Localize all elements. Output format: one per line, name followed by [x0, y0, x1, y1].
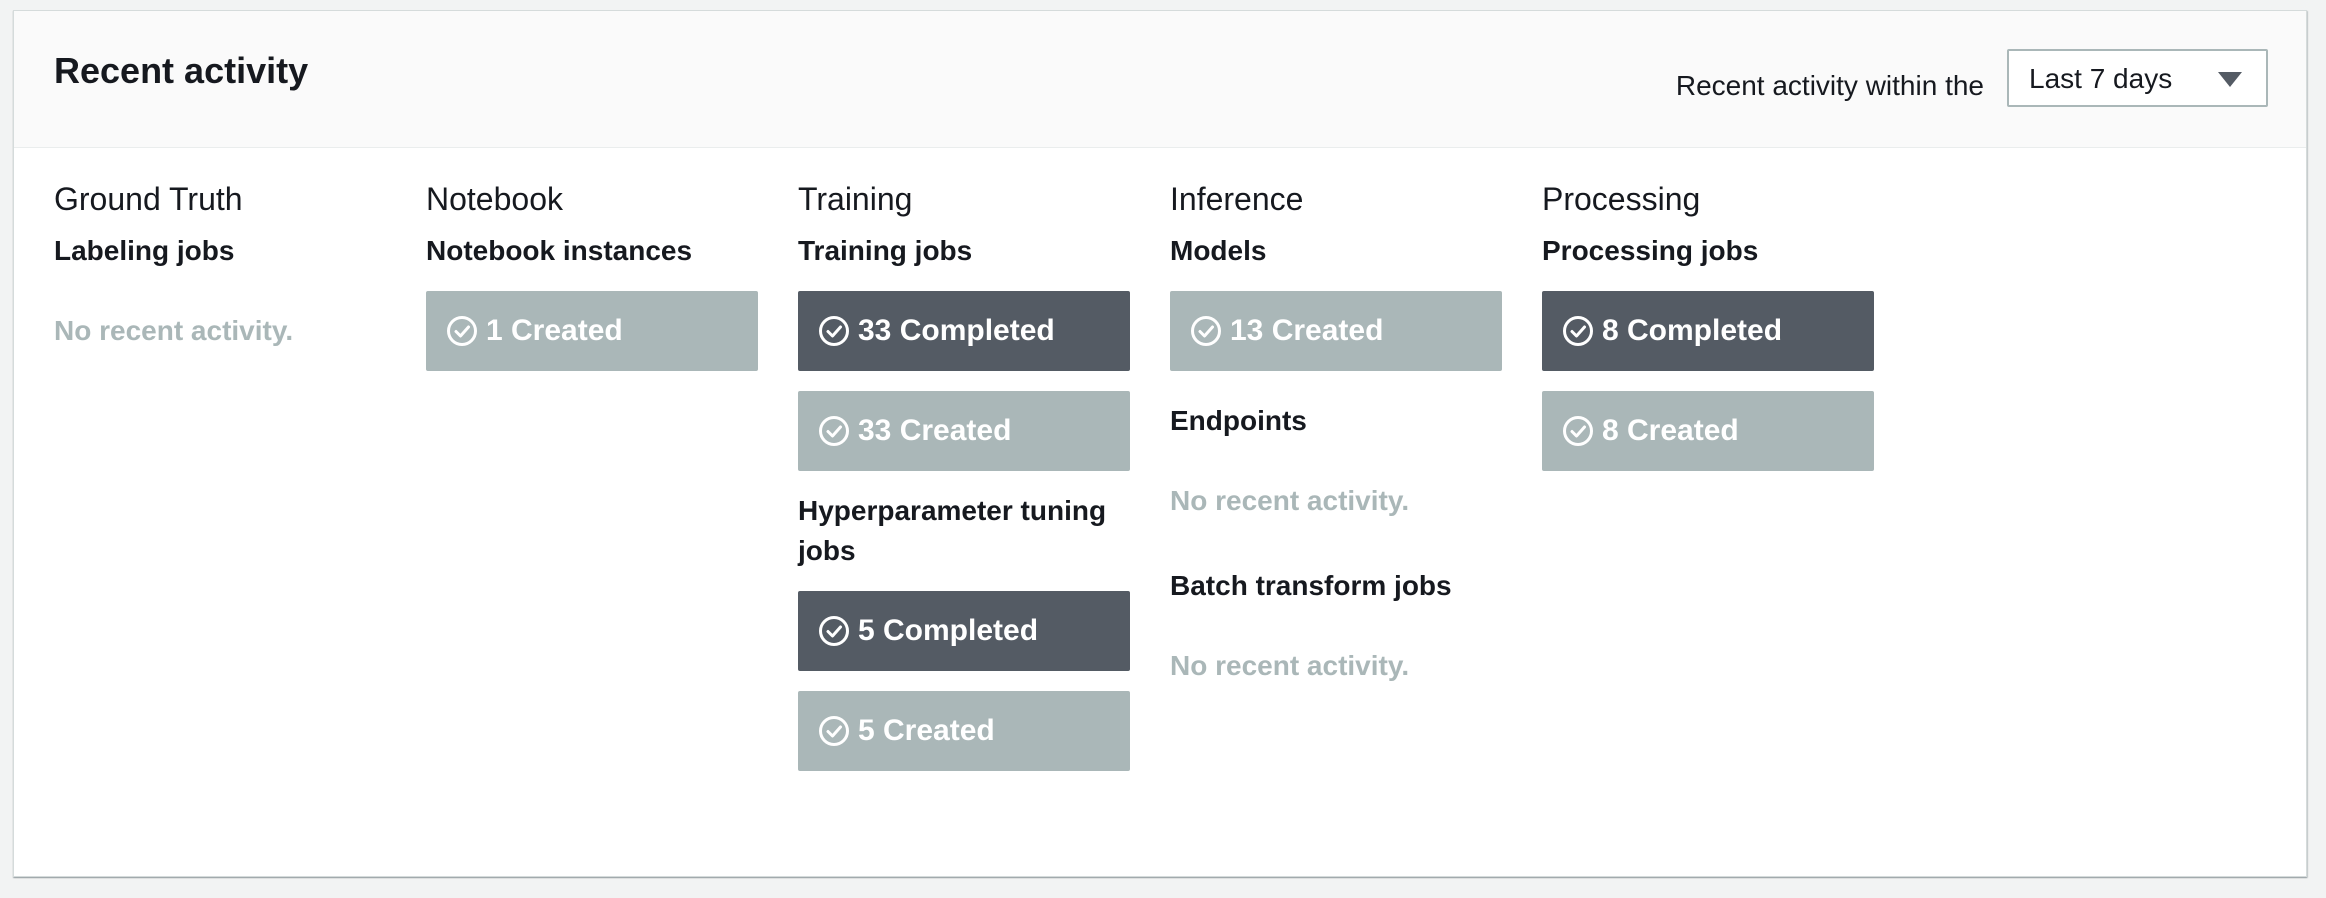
status-label: 5 Completed — [858, 614, 1039, 647]
column-title: Inference — [1170, 181, 1304, 217]
recent-activity-panel: Recent activity Recent activity within t… — [13, 10, 2307, 877]
status-label: 33 Created — [858, 414, 1012, 447]
section-title-training-jobs: Training jobs — [798, 235, 973, 266]
check-circle-icon — [819, 316, 849, 346]
processing-jobs-created-button[interactable]: 8 Created — [1542, 391, 1874, 471]
empty-state: No recent activity. — [1170, 650, 1410, 681]
column-ground-truth: Ground Truth Labeling jobs No recent act… — [54, 179, 386, 351]
notebook-instances-created-button[interactable]: 1 Created — [426, 291, 758, 371]
column-inference: Inference Models 13 Created Endpoints No… — [1170, 179, 1502, 686]
column-title: Training — [798, 181, 913, 217]
caret-down-icon — [2218, 72, 2242, 87]
check-circle-icon — [819, 416, 849, 446]
status-label: 1 Created — [486, 314, 623, 347]
models-created-button[interactable]: 13 Created — [1170, 291, 1502, 371]
check-circle-icon — [1563, 416, 1593, 446]
section-title-models: Models — [1170, 235, 1267, 266]
check-circle-icon — [447, 316, 477, 346]
column-processing: Processing Processing jobs 8 Completed 8… — [1542, 179, 1874, 471]
empty-state: No recent activity. — [1170, 485, 1410, 516]
time-range-value: Last 7 days — [2029, 63, 2173, 94]
tuning-jobs-completed-button[interactable]: 5 Completed — [798, 591, 1130, 671]
filter-label: Recent activity within the — [1675, 70, 1984, 101]
section-title-batch-transform-jobs: Batch transform jobs — [1170, 570, 1452, 601]
check-circle-icon — [819, 716, 849, 746]
panel-title: Recent activity — [54, 50, 309, 91]
check-circle-icon — [819, 616, 849, 646]
status-label: 13 Created — [1230, 314, 1384, 347]
section-title-labeling-jobs: Labeling jobs — [54, 235, 235, 266]
time-range-select[interactable]: Last 7 days — [2007, 49, 2268, 107]
column-title: Notebook — [426, 181, 563, 217]
processing-jobs-completed-button[interactable]: 8 Completed — [1542, 291, 1874, 371]
section-title-notebook-instances: Notebook instances — [426, 235, 693, 266]
tuning-jobs-created-button[interactable]: 5 Created — [798, 691, 1130, 771]
section-title-processing-jobs: Processing jobs — [1542, 235, 1759, 266]
column-title: Ground Truth — [54, 181, 243, 217]
column-training: Training Training jobs 33 Completed 33 C… — [798, 179, 1130, 771]
status-label: 33 Completed — [858, 314, 1055, 347]
status-label: 5 Created — [858, 714, 995, 747]
status-label: 8 Completed — [1602, 314, 1783, 347]
check-circle-icon — [1191, 316, 1221, 346]
training-jobs-created-button[interactable]: 33 Created — [798, 391, 1130, 471]
column-title: Processing — [1542, 181, 1701, 217]
column-notebook: Notebook Notebook instances 1 Created — [426, 179, 758, 371]
status-label: 8 Created — [1602, 414, 1739, 447]
empty-state: No recent activity. — [54, 315, 294, 346]
check-circle-icon — [1563, 316, 1593, 346]
section-title-hyperparameter-tuning-jobs: Hyperparameter tuning jobs — [798, 495, 1107, 566]
panel-header: Recent activity Recent activity within t… — [14, 11, 2306, 148]
section-title-endpoints: Endpoints — [1170, 405, 1307, 436]
training-jobs-completed-button[interactable]: 33 Completed — [798, 291, 1130, 371]
